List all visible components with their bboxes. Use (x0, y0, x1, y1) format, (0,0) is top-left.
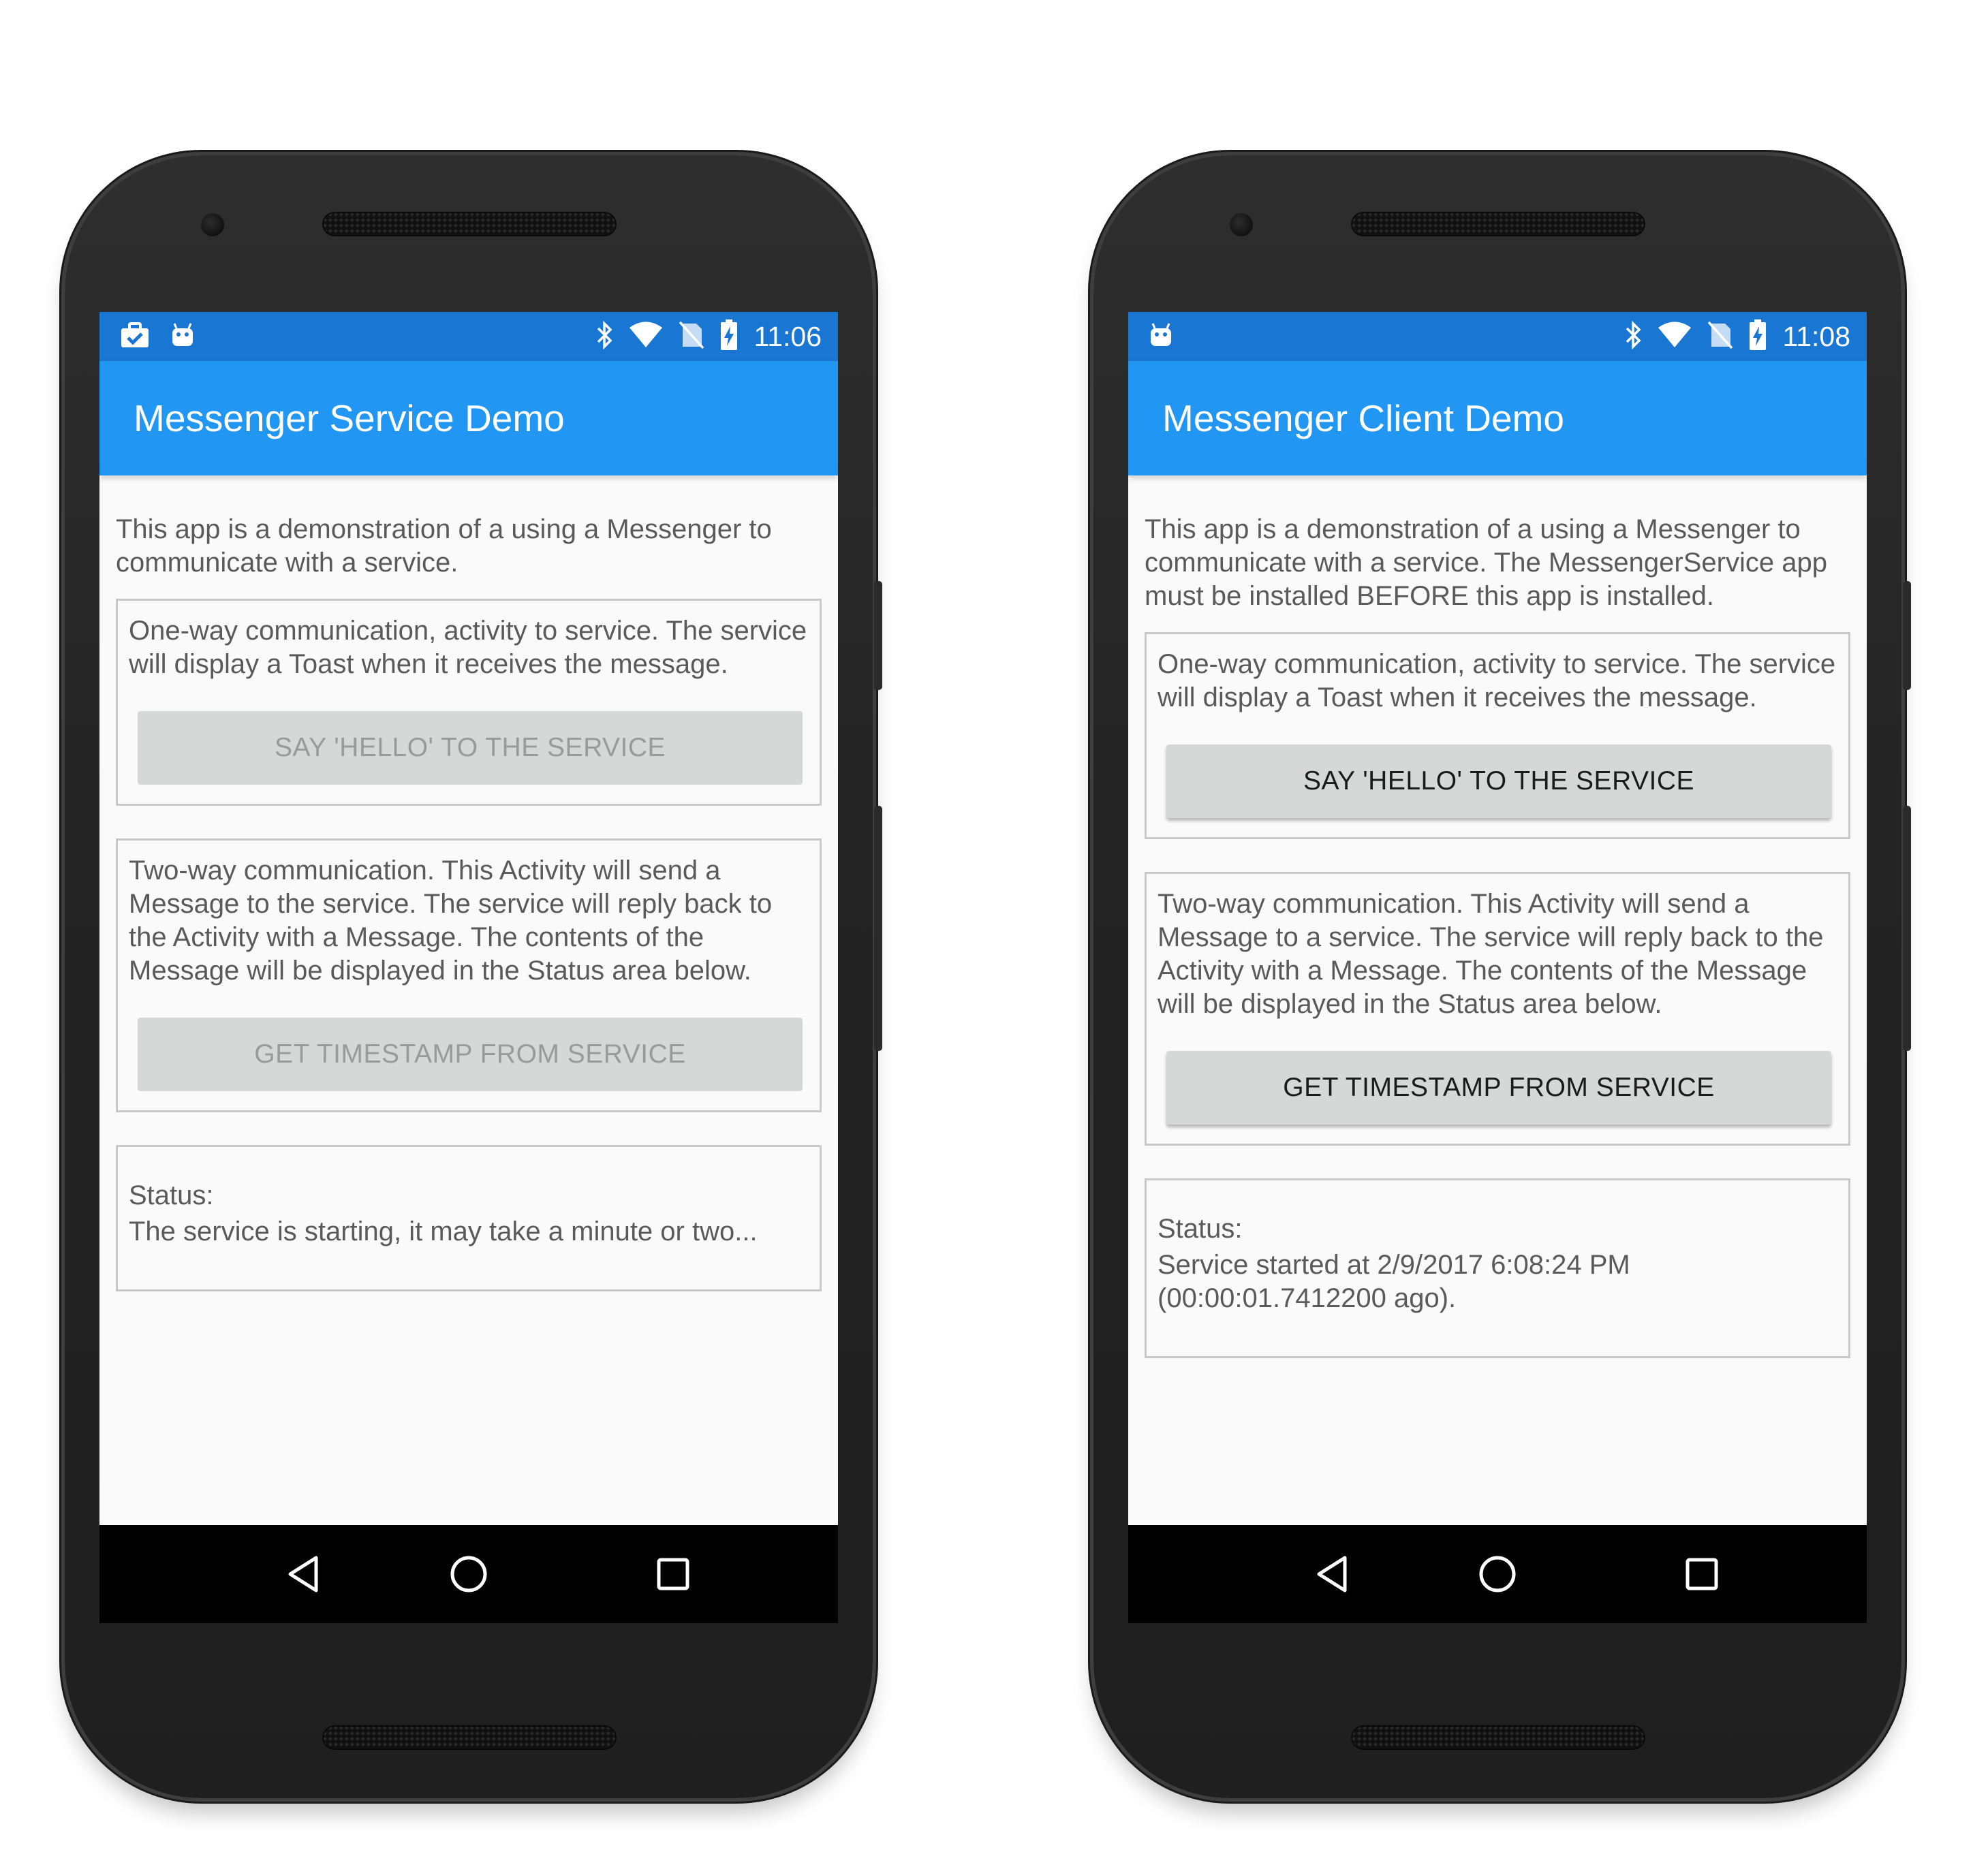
one-way-description: One-way communication, activity to servi… (1158, 649, 1836, 712)
front-camera (201, 213, 224, 236)
get-timestamp-button[interactable]: GET TIMESTAMP FROM SERVICE (138, 1018, 803, 1091)
work-notification-icon (120, 321, 150, 352)
bluetooth-icon (1624, 320, 1642, 354)
status-time: 11:06 (754, 320, 822, 352)
content-area: This app is a demonstration of a using a… (1145, 475, 1850, 1358)
android-debug-icon (170, 322, 195, 351)
home-icon[interactable] (448, 1554, 489, 1595)
earpiece-speaker (322, 212, 617, 236)
back-icon[interactable] (283, 1554, 324, 1595)
intro-text: This app is a demonstration of a using a… (1145, 514, 1827, 611)
one-way-card: One-way communication, activity to servi… (1145, 632, 1850, 839)
one-way-card: One-way communication, activity to servi… (116, 599, 822, 806)
app-title: Messenger Service Demo (134, 397, 565, 439)
say-hello-button[interactable]: SAY 'HELLO' TO THE SERVICE (138, 711, 803, 785)
status-bar: 11:08 (1128, 312, 1867, 361)
phone-client: 11:08 Messenger Client Demo This app is … (1093, 155, 1911, 1798)
two-way-description: Two-way communication. This Activity wil… (1158, 889, 1824, 1019)
status-label: Status: (129, 1180, 214, 1210)
status-card: Status: The service is starting, it may … (116, 1145, 822, 1291)
battery-charging-icon (1748, 319, 1767, 354)
status-time: 11:08 (1782, 320, 1850, 352)
navigation-bar (99, 1525, 838, 1623)
app-bar: Messenger Service Demo (99, 361, 838, 475)
bottom-speaker (322, 1725, 617, 1750)
no-sim-icon (679, 321, 704, 353)
recents-icon[interactable] (1681, 1554, 1722, 1595)
screen: 11:06 Messenger Service Demo This app is… (99, 312, 838, 1623)
app-title: Messenger Client Demo (1162, 397, 1564, 439)
power-button (874, 581, 882, 690)
bluetooth-icon (595, 320, 613, 354)
screen: 11:08 Messenger Client Demo This app is … (1128, 312, 1867, 1623)
wifi-icon (628, 321, 664, 352)
two-way-card: Two-way communication. This Activity wil… (1145, 872, 1850, 1146)
content-area: This app is a demonstration of a using a… (116, 475, 822, 1291)
status-text: Service started at 2/9/2017 6:08:24 PM (… (1158, 1250, 1630, 1313)
status-bar: 11:06 (99, 312, 838, 361)
navigation-bar (1128, 1525, 1867, 1623)
volume-button (1903, 806, 1911, 1051)
get-timestamp-button[interactable]: GET TIMESTAMP FROM SERVICE (1166, 1051, 1831, 1125)
say-hello-button[interactable]: SAY 'HELLO' TO THE SERVICE (1166, 744, 1831, 818)
one-way-description: One-way communication, activity to servi… (129, 616, 807, 679)
no-sim-icon (1707, 321, 1733, 353)
home-icon[interactable] (1477, 1554, 1518, 1595)
status-text: The service is starting, it may take a m… (129, 1217, 758, 1246)
status-card: Status: Service started at 2/9/2017 6:08… (1145, 1178, 1850, 1358)
phone-service: 11:06 Messenger Service Demo This app is… (65, 155, 882, 1798)
app-bar: Messenger Client Demo (1128, 361, 1867, 475)
volume-button (874, 806, 882, 1051)
power-button (1903, 581, 1911, 690)
two-way-card: Two-way communication. This Activity wil… (116, 838, 822, 1112)
status-label: Status: (1158, 1214, 1243, 1244)
wifi-icon (1657, 321, 1692, 352)
two-way-description: Two-way communication. This Activity wil… (129, 856, 773, 986)
back-icon[interactable] (1312, 1554, 1353, 1595)
recents-icon[interactable] (653, 1554, 694, 1595)
android-debug-icon (1149, 322, 1173, 351)
earpiece-speaker (1351, 212, 1645, 236)
battery-charging-icon (719, 319, 739, 354)
intro-text: This app is a demonstration of a using a… (116, 514, 772, 578)
bottom-speaker (1351, 1725, 1645, 1750)
front-camera (1230, 213, 1253, 236)
